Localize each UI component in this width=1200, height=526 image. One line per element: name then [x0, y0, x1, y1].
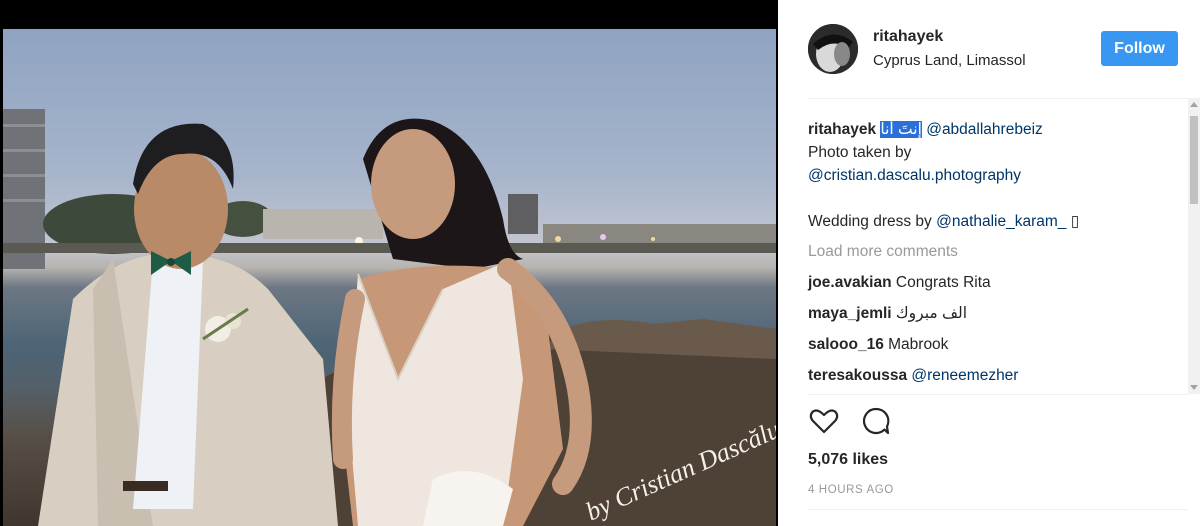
avatar[interactable]: [808, 24, 858, 74]
heart-icon[interactable]: [808, 405, 840, 437]
comment-bubble-icon[interactable]: [860, 405, 892, 437]
header-location[interactable]: Cyprus Land, Limassol: [873, 52, 1026, 69]
comment-username[interactable]: salooo_16: [808, 336, 884, 353]
likes-count[interactable]: 5,076 likes: [808, 451, 888, 469]
groom-figure: [38, 123, 338, 526]
bride-figure: [331, 118, 592, 526]
comment-text: Congrats Rita: [895, 274, 991, 291]
post-header: ritahayek Cyprus Land, Limassol Follow: [778, 0, 1200, 98]
follow-button[interactable]: Follow: [1101, 31, 1178, 66]
missing-glyph: ▯: [1070, 213, 1080, 230]
comment-item: teresakoussa @reneemezher: [808, 364, 1186, 387]
post-photo[interactable]: by Cristian Dascălu: [3, 29, 776, 526]
comment-mention-link[interactable]: @reneemezher: [911, 367, 1018, 384]
mention-dress-link[interactable]: @nathalie_karam_: [936, 213, 1066, 230]
comment-username[interactable]: teresakoussa: [808, 367, 907, 384]
comment-item: maya_jemli الف مبروك: [808, 302, 1186, 325]
dress-credit-text: Wedding dress by: [808, 213, 932, 230]
wedding-photo-illustration: by Cristian Dascălu: [3, 109, 776, 526]
comment-username[interactable]: maya_jemli: [808, 305, 892, 322]
comment-username[interactable]: joe.avakian: [808, 274, 892, 291]
comments-section: ritahayek إنتَ أنا @abdallahrebeiz Photo…: [808, 118, 1186, 387]
load-more-comments-link[interactable]: Load more comments: [808, 240, 1186, 263]
caption: ritahayek إنتَ أنا @abdallahrebeiz Photo…: [808, 118, 1186, 233]
comment-item: salooo_16 Mabrook: [808, 333, 1186, 356]
comment-text: Mabrook: [888, 336, 949, 353]
post-sidebar: ritahayek Cyprus Land, Limassol Follow r…: [778, 0, 1200, 526]
comments-scrollbar[interactable]: [1188, 98, 1200, 394]
scrollbar-thumb[interactable]: [1190, 116, 1198, 204]
comment-item: joe.avakian Congrats Rita: [808, 271, 1186, 294]
mention-photographer-link[interactable]: @cristian.dascalu.photography: [808, 167, 1021, 184]
scroll-down-arrow-icon[interactable]: [1190, 385, 1198, 390]
footer-divider: [808, 509, 1188, 510]
header-username[interactable]: ritahayek: [873, 28, 943, 46]
header-divider: [808, 98, 1188, 99]
mention-groom-link[interactable]: @abdallahrebeiz: [926, 121, 1043, 138]
comment-text: الف مبروك: [895, 305, 968, 322]
caption-username[interactable]: ritahayek: [808, 121, 876, 138]
actions-divider: [808, 394, 1188, 395]
photo-credit-text: Photo taken by: [808, 144, 912, 161]
avatar-image: [808, 24, 858, 74]
scroll-up-arrow-icon[interactable]: [1190, 102, 1198, 107]
caption-arabic-text: إنتَ أنا: [880, 121, 922, 138]
post-image-area: by Cristian Dascălu: [0, 0, 778, 526]
post-timestamp[interactable]: 4 HOURS AGO: [808, 484, 894, 496]
